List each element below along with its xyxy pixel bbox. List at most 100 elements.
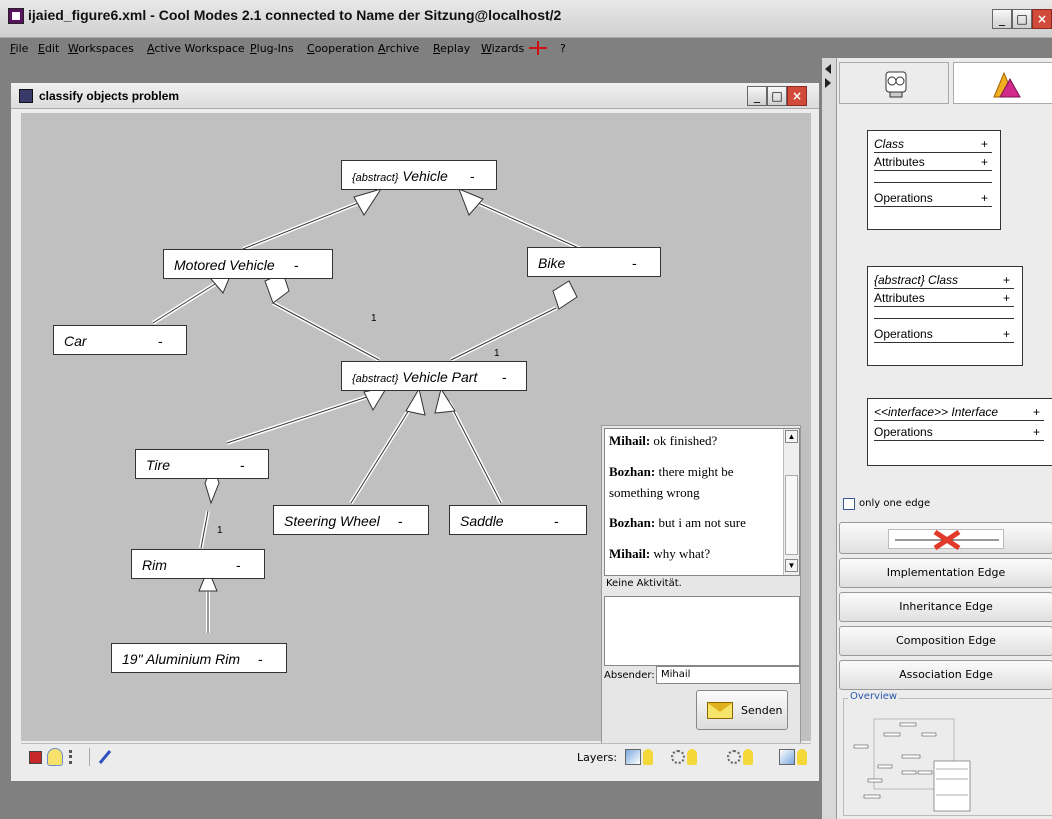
menu-workspaces[interactable]: Workspaces [68,42,134,55]
minimize-button[interactable]: _ [992,9,1012,29]
workspace-title-bar: classify objects problem _ □ × [11,83,819,109]
workspace-window: classify objects problem _ □ × {abstract… [10,82,820,782]
title-bar: ijaied_figure6.xml - Cool Modes 2.1 conn… [0,0,1052,38]
list-icon[interactable] [69,750,83,764]
menu-edit[interactable]: Edit [38,42,59,55]
only-one-edge-checkbox[interactable] [843,498,855,510]
class-toggle[interactable]: - [240,457,245,473]
workspace-toolbar: Layers: [21,743,811,771]
layer-cycle-icon[interactable] [671,750,685,764]
multiplicity-label: 1 [494,348,500,359]
class-motored-vehicle[interactable]: Motored Vehicle - [163,249,333,279]
panel-splitter[interactable] [822,58,836,819]
class-toggle[interactable]: - [398,513,403,529]
palette-class[interactable]: Class + Attributes + Operations + [867,130,1001,230]
workspace-icon [19,89,33,103]
multiplicity-label: 1 [217,525,223,536]
class-name: Bike [538,255,566,271]
workspace-close-button[interactable]: × [787,86,807,106]
abstract-tag: {abstract} [352,373,399,385]
menu-bar: File Edit Workspaces Active Workspace Pl… [10,38,670,58]
layers-label: Layers: [577,751,618,764]
layer-edit-icon[interactable] [779,749,795,765]
chat-message: Mihail: ok finished? [609,433,718,448]
palette-abstract-class[interactable]: {abstract} Class + Attributes + Operations… [867,266,1023,366]
robot-icon [885,71,907,98]
scroll-up-icon[interactable]: ▲ [785,430,798,443]
layer-bulb-icon[interactable] [743,749,753,765]
bulb-icon[interactable] [47,748,63,766]
composition-edge-button[interactable]: Composition Edge [839,626,1052,656]
envelope-icon [707,702,733,719]
layer-bulb-icon[interactable] [687,749,697,765]
class-car[interactable]: Car - [53,325,187,355]
maximize-button[interactable]: □ [1012,9,1032,29]
chat-message: Mihail: why what? [609,546,711,562]
sender-field[interactable]: Mihail [656,666,800,684]
toolbar-divider [89,748,90,766]
chat-input[interactable] [604,596,800,666]
app-icon [8,8,24,24]
multiplicity-label: 1 [371,313,377,324]
delete-edge-button[interactable] [839,522,1052,554]
inheritance-arrowhead [458,188,484,216]
class-toggle[interactable]: - [236,557,241,573]
class-bike[interactable]: Bike - [527,247,661,277]
class-vehicle-part[interactable]: {abstract} Vehicle Part - [341,361,527,391]
tab-uml-palette[interactable] [953,62,1052,104]
layer-bulb-icon[interactable] [643,749,653,765]
menu-replay[interactable]: Replay [433,42,470,55]
cross-tool-icon[interactable] [528,40,548,56]
class-saddle[interactable]: Saddle - [449,505,587,535]
menu-archive[interactable]: Archive [378,42,419,55]
scroll-thumb[interactable] [785,475,798,555]
class-toggle[interactable]: - [554,513,559,529]
class-name: Vehicle Part [402,369,478,385]
close-button[interactable]: × [1032,9,1052,29]
overview-panel[interactable]: Overview [843,691,1052,816]
palette-panel: Class + Attributes + Operations + {abstract… [836,58,1052,819]
menu-help[interactable]: ? [560,42,566,55]
class-toggle[interactable]: - [502,369,507,385]
class-vehicle[interactable]: {abstract} Vehicle - [341,160,497,190]
association-edge-button[interactable]: Association Edge [839,660,1052,690]
collapse-left-icon[interactable] [825,64,831,74]
overview-minimap [853,718,971,812]
menu-file[interactable]: File [10,42,28,55]
menu-cooperation[interactable]: Cooperation [307,42,374,55]
abstract-tag: {abstract} [352,172,399,184]
menu-wizards[interactable]: Wizards [481,42,524,55]
class-toggle[interactable]: - [158,333,163,349]
collapse-right-icon[interactable] [825,78,831,88]
menu-plug-ins[interactable]: Plug-Ins [250,42,294,55]
uml-icon [993,71,1021,98]
workspace-minimize-button[interactable]: _ [747,86,767,106]
workspace-maximize-button[interactable]: □ [767,86,787,106]
tab-team-tools[interactable] [839,62,949,104]
scroll-down-icon[interactable]: ▼ [785,559,798,572]
class-toggle[interactable]: - [632,255,637,271]
class-name: Saddle [460,513,504,529]
chat-message: Bozhan: there might be something wrong [609,463,734,500]
palette-interface[interactable]: <<interface>> Interface + Operations + [867,398,1052,466]
class-tire[interactable]: Tire - [135,449,269,479]
class-name: Car [64,333,87,349]
class-rim[interactable]: Rim - [131,549,265,579]
menu-active-workspace[interactable]: Active Workspace [147,42,245,55]
class-toggle[interactable]: - [294,257,299,273]
layer-cycle-icon[interactable] [727,750,741,764]
pen-icon[interactable] [97,748,113,766]
class-toggle[interactable]: - [470,168,475,184]
stop-icon[interactable] [29,751,42,764]
implementation-edge-button[interactable]: Implementation Edge [839,558,1052,588]
inheritance-edge-button[interactable]: Inheritance Edge [839,592,1052,622]
layer-image-icon[interactable] [625,749,641,765]
class-toggle[interactable]: - [258,651,263,667]
chat-scrollbar[interactable]: ▲ ▼ [783,429,799,575]
class-steering-wheel[interactable]: Steering Wheel - [273,505,429,535]
red-cross-icon [895,530,999,550]
layer-bulb-icon[interactable] [797,749,807,765]
send-button[interactable]: Senden [696,690,788,730]
chat-log[interactable]: Mihail: ok finished? Bozhan: there might… [604,428,800,576]
class-aluminium-rim[interactable]: 19" Aluminium Rim - [111,643,287,673]
